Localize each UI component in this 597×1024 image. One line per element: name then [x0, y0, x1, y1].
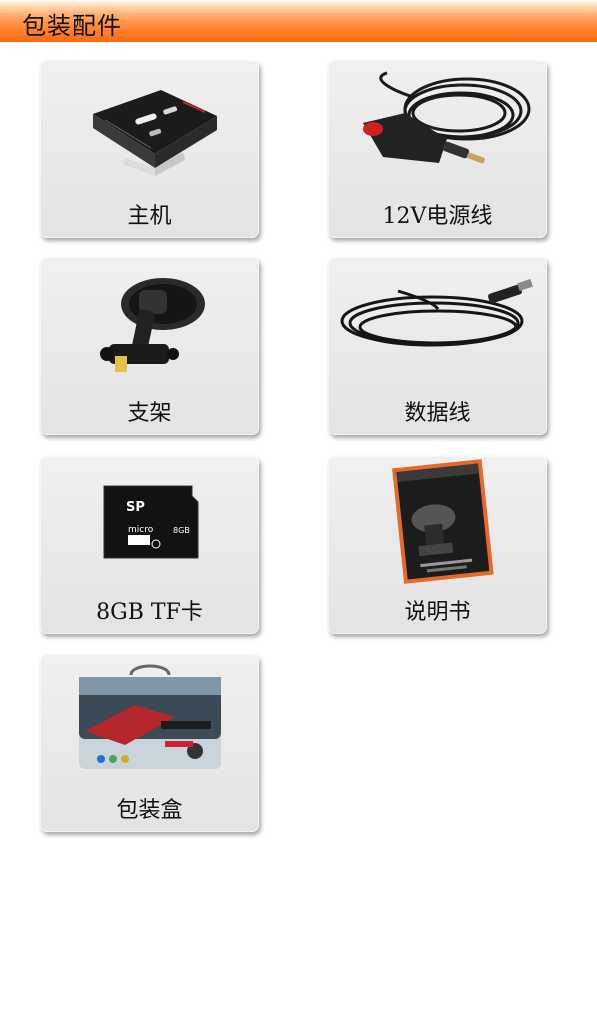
accessory-label: 8GB TF卡 [96, 600, 203, 625]
accessory-label: 主机 [127, 204, 172, 229]
accessory-card-box[interactable]: 包装盒 [40, 654, 259, 832]
sd-brand-text: SP [126, 500, 145, 515]
accessory-label: 12V电源线 [382, 204, 493, 229]
accessory-label: 包装盒 [116, 798, 183, 823]
accessory-label: 说明书 [404, 600, 471, 625]
accessory-card-tf-card[interactable]: SP micro 8GB 8GB TF卡 [40, 456, 259, 634]
dashcam-device-icon [92, 90, 217, 176]
accessory-card-data-cable[interactable]: 数据线 [328, 257, 547, 435]
accessory-card-manual[interactable]: 说明书 [328, 456, 547, 634]
usb-cable-icon [340, 279, 533, 347]
accessory-card-host[interactable]: 主机 [40, 60, 259, 238]
accessory-label: 数据线 [404, 401, 471, 426]
car-charger-cable-icon [362, 71, 530, 164]
title-bar: 包装配件 [0, 0, 597, 42]
page-title: 包装配件 [22, 12, 122, 40]
manual-booklet-icon [391, 459, 494, 584]
sd-capacity-text: 8GB [173, 526, 190, 535]
accessory-card-mount[interactable]: 支架 [40, 257, 259, 435]
sd-micro-text: micro [128, 525, 154, 535]
tin-box-icon [78, 664, 221, 769]
microsd-card-icon: SP micro 8GB [103, 485, 198, 559]
accessory-card-power-cable[interactable]: 12V电源线 [328, 60, 547, 238]
accessory-label: 支架 [127, 401, 172, 426]
suction-mount-icon [99, 278, 205, 372]
